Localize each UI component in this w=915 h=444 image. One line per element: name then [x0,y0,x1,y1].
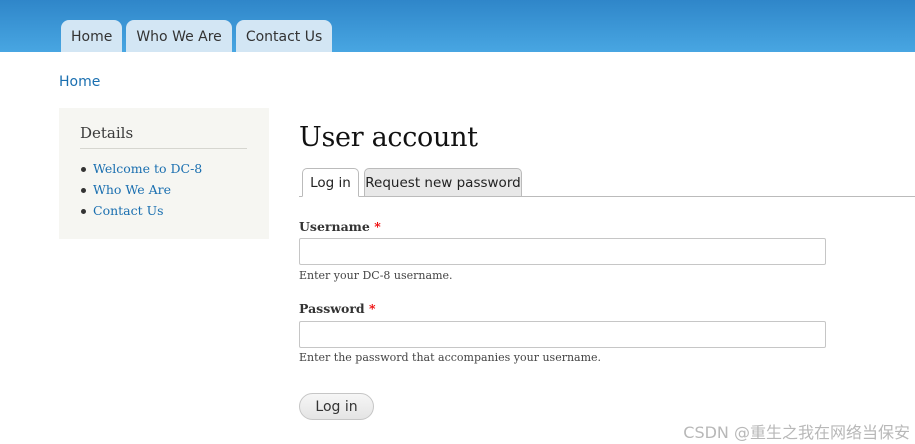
menu-tab-home[interactable]: Home [61,20,123,52]
sidebar-link-contact-us[interactable]: Contact Us [80,203,202,224]
watermark: CSDN @重生之我在网络当保安 [683,423,910,442]
password-input[interactable] [299,321,826,348]
password-required-mark: * [369,301,376,316]
sidebar-link-who-we-are[interactable]: Who We Are [80,182,202,203]
tab-request-new-password[interactable]: Request new password [364,168,522,197]
sidebar-details-block: Details Welcome to DC-8 Who We Are Conta… [59,108,269,239]
username-input[interactable] [299,238,826,265]
log-in-button[interactable]: Log in [299,393,374,420]
main-menu: Home Who We Are Contact Us [61,20,336,52]
username-description: Enter your DC-8 username. [299,269,453,282]
sidebar-link-welcome[interactable]: Welcome to DC-8 [80,161,202,182]
username-required-mark: * [374,219,381,234]
password-label-text: Password [299,301,365,316]
tab-log-in[interactable]: Log in [302,168,359,197]
page-title: User account [299,122,478,153]
sidebar-link-list: Welcome to DC-8 Who We Are Contact Us [80,161,202,224]
username-label-text: Username [299,219,370,234]
sidebar-title: Details [80,124,247,149]
menu-tab-contact-us[interactable]: Contact Us [235,20,333,52]
site-header: Home Who We Are Contact Us [0,0,915,52]
username-label: Username * [299,219,381,234]
password-description: Enter the password that accompanies your… [299,351,602,364]
password-label: Password * [299,301,376,316]
menu-tab-who-we-are[interactable]: Who We Are [126,20,232,52]
breadcrumb-home[interactable]: Home [59,74,100,90]
